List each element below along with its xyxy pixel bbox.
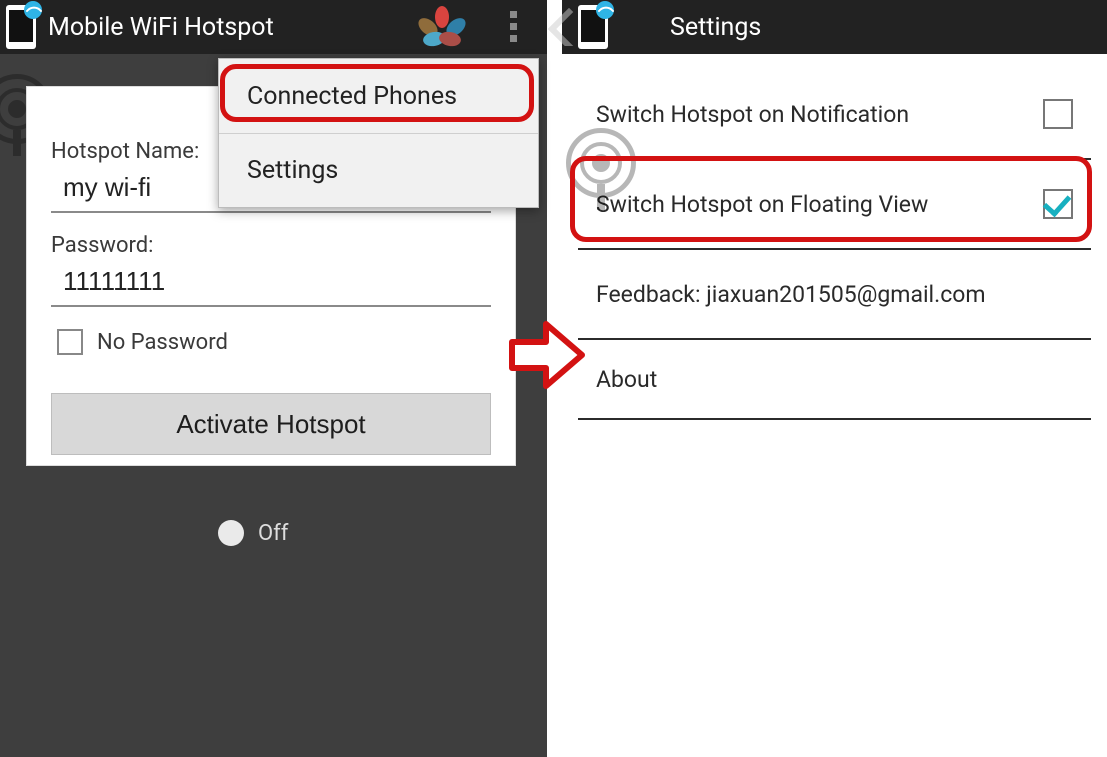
notification-checkbox[interactable] bbox=[1043, 99, 1073, 129]
setting-row-about[interactable]: About bbox=[578, 340, 1091, 420]
setting-label: About bbox=[596, 366, 657, 393]
no-password-label: No Password bbox=[97, 330, 228, 355]
setting-label: Switch Hotspot on Floating View bbox=[596, 191, 928, 218]
floating-checkbox[interactable] bbox=[1043, 189, 1073, 219]
menu-item-settings[interactable]: Settings bbox=[219, 133, 538, 207]
setting-row-floating[interactable]: Switch Hotspot on Floating View bbox=[578, 160, 1091, 250]
wifi-badge-icon bbox=[24, 1, 42, 19]
screen-settings: Settings Switch Hotspot on Notification … bbox=[562, 0, 1107, 757]
settings-title: Settings bbox=[670, 13, 761, 42]
overflow-menu-icon[interactable] bbox=[501, 8, 525, 44]
app-icon bbox=[578, 5, 608, 49]
setting-label: Switch Hotspot on Notification bbox=[596, 101, 909, 128]
toggle-knob-icon bbox=[218, 520, 244, 546]
main-header: Mobile WiFi Hotspot bbox=[0, 0, 547, 54]
back-icon[interactable] bbox=[548, 8, 582, 46]
hotspot-watermark-icon bbox=[566, 128, 636, 198]
app-icon bbox=[6, 5, 36, 49]
setting-label: Feedback: jiaxuan201505@gmail.com bbox=[596, 281, 986, 308]
activate-hotspot-button[interactable]: Activate Hotspot bbox=[51, 393, 491, 455]
settings-list: Switch Hotspot on Notification Switch Ho… bbox=[562, 54, 1107, 420]
app-title: Mobile WiFi Hotspot bbox=[48, 13, 274, 42]
overflow-dropdown: Connected Phones Settings bbox=[218, 58, 539, 208]
settings-header: Settings bbox=[562, 0, 1107, 54]
setting-row-feedback[interactable]: Feedback: jiaxuan201505@gmail.com bbox=[578, 250, 1091, 340]
password-label: Password: bbox=[51, 233, 491, 258]
toggle-state-label: Off bbox=[258, 521, 288, 546]
annotation-arrow-icon bbox=[508, 318, 586, 392]
password-input[interactable] bbox=[51, 262, 491, 307]
setting-row-notification[interactable]: Switch Hotspot on Notification bbox=[578, 70, 1091, 160]
wifi-badge-icon bbox=[596, 1, 614, 19]
flower-logo-icon bbox=[413, 6, 471, 48]
no-password-row[interactable]: No Password bbox=[57, 329, 491, 355]
menu-item-connected-phones[interactable]: Connected Phones bbox=[219, 59, 538, 133]
hotspot-toggle[interactable]: Off bbox=[218, 520, 288, 546]
screen-main: Mobile WiFi Hotspot Hotspot Name: Passwo… bbox=[0, 0, 547, 757]
no-password-checkbox[interactable] bbox=[57, 329, 83, 355]
